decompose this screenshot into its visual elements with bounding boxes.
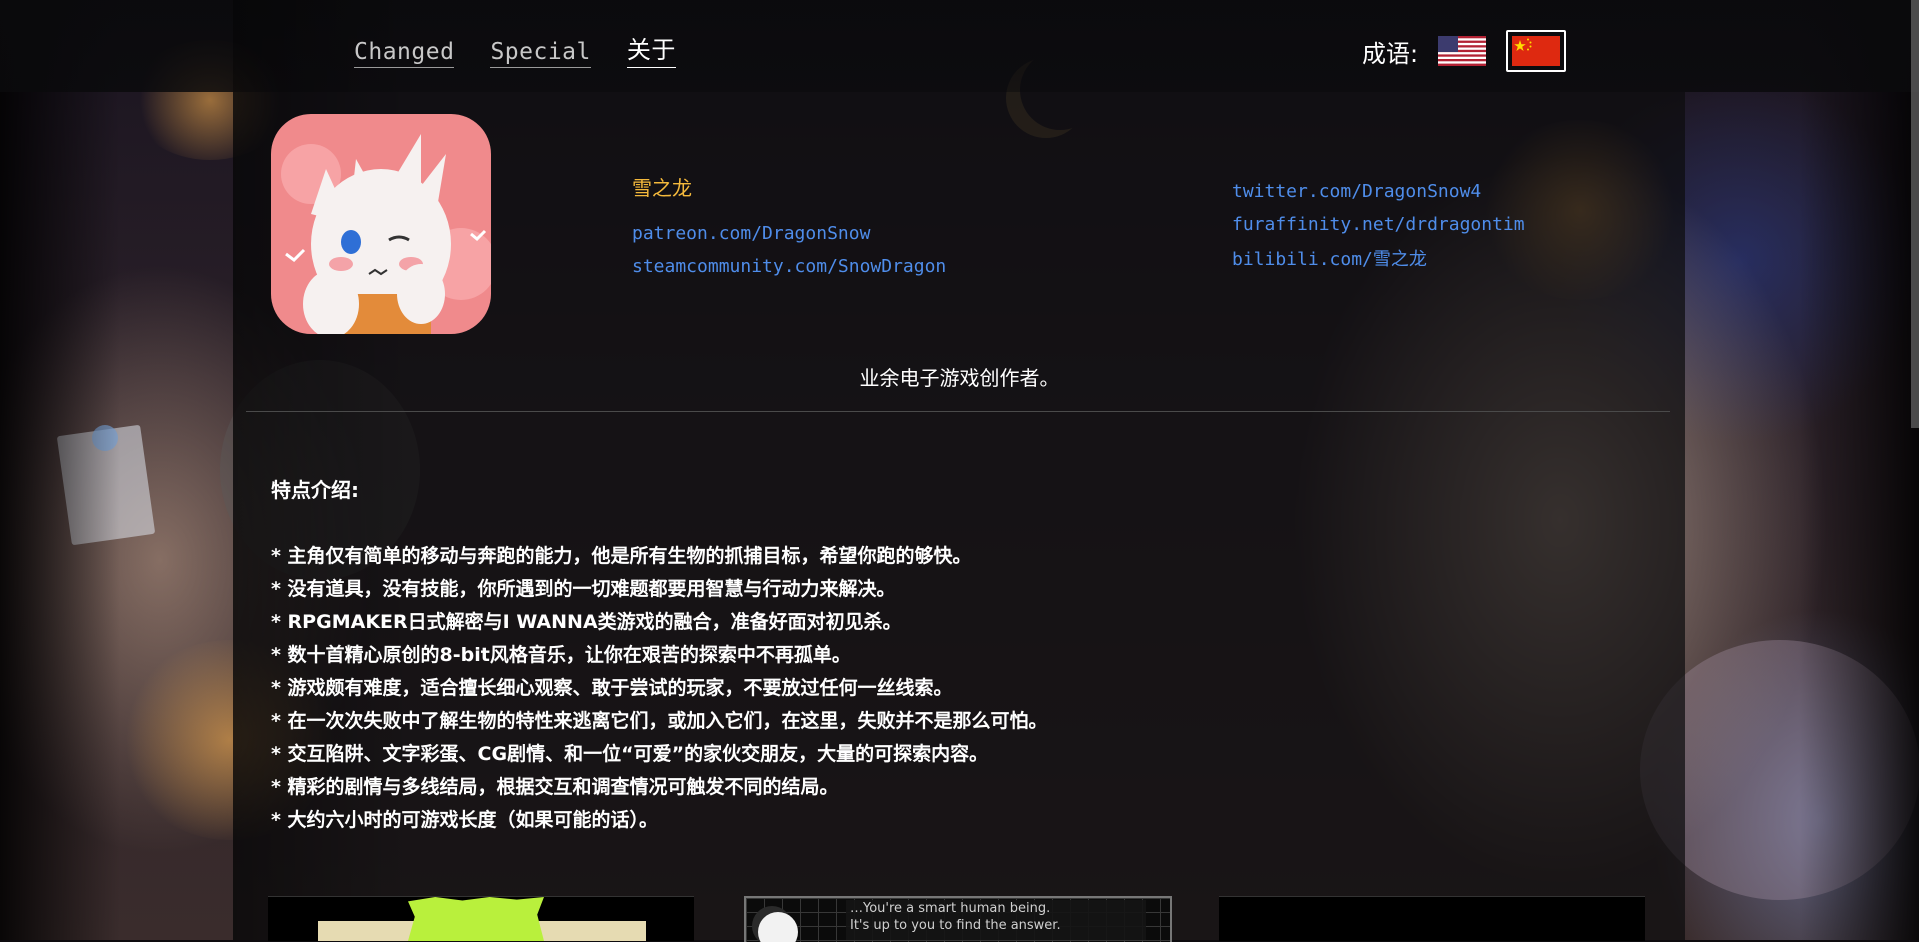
feature-item: * 在一次次失败中了解生物的特性来逃离它们，或加入它们，在这里，失败并不是那么可… bbox=[271, 710, 1048, 732]
us-flag-icon bbox=[1438, 36, 1487, 66]
feature-item: * 没有道具，没有技能，你所遇到的一切难题都要用智慧与行动力来解决。 bbox=[271, 578, 896, 600]
author-avatar bbox=[271, 114, 491, 334]
chinese-flag-button[interactable] bbox=[1506, 30, 1567, 72]
author-tagline: 业余电子游戏创作者。 bbox=[859, 366, 1060, 390]
feature-item: * 大约六小时的可游戏长度（如果可能的话）。 bbox=[271, 809, 659, 831]
feature-item: * 游戏颇有难度，适合擅长细心观察、敢于尝试的玩家，不要放过任何一丝线索。 bbox=[271, 677, 953, 699]
cn-flag-icon bbox=[1512, 36, 1561, 66]
section-divider bbox=[246, 411, 1670, 412]
dialog-line: It's up to you to find the answer. bbox=[850, 918, 1061, 933]
screenshot-splash bbox=[408, 897, 544, 941]
author-name: 雪之龙 bbox=[632, 176, 692, 200]
patreon-link[interactable]: patreon.com/DragonSnow bbox=[632, 223, 870, 244]
feature-item: * 数十首精心原创的8-bit风格音乐，让你在艰苦的探索中不再孤单。 bbox=[271, 644, 851, 666]
steam-link[interactable]: steamcommunity.com/SnowDragon bbox=[632, 256, 946, 277]
furaffinity-link[interactable]: furaffinity.net/drdragontim bbox=[1232, 214, 1525, 235]
nav-about[interactable]: 关于 bbox=[626, 30, 676, 68]
language-switcher: 成语: bbox=[1362, 30, 1567, 72]
nav-special[interactable]: Special bbox=[490, 39, 591, 68]
dragon-avatar-icon bbox=[271, 114, 491, 334]
feature-item: * 精彩的剧情与多线结局，根据交互和调查情况可触发不同的结局。 bbox=[271, 776, 839, 798]
feature-item: * 主角仅有简单的移动与奔跑的能力，他是所有生物的抓捕目标，希望你跑的够快。 bbox=[271, 545, 972, 567]
features-list: * 主角仅有简单的移动与奔跑的能力，他是所有生物的抓捕目标，希望你跑的够快。 *… bbox=[271, 540, 1048, 837]
features-title: 特点介绍: bbox=[271, 478, 359, 502]
twitter-link[interactable]: twitter.com/DragonSnow4 bbox=[1232, 181, 1481, 202]
bilibili-link[interactable]: bilibili.com/雪之龙 bbox=[1232, 245, 1427, 271]
feature-item: * 交互陷阱、文字彩蛋、CG剧情、和一位“可爱”的家伙交朋友，大量的可探索内容。 bbox=[271, 743, 989, 765]
feature-item: * RPGMAKER日式解密与I WANNA类游戏的融合，准备好面对初见杀。 bbox=[271, 611, 902, 633]
left-vignette bbox=[0, 0, 120, 940]
game-screenshot-2[interactable]: …You're a smart human being. It's up to … bbox=[744, 896, 1172, 942]
nav-changed[interactable]: Changed bbox=[354, 39, 455, 68]
dialog-line: …You're a smart human being. bbox=[850, 901, 1051, 916]
game-screenshot-3[interactable] bbox=[1219, 896, 1645, 941]
screenshot-dialog: …You're a smart human being. It's up to … bbox=[846, 900, 1146, 940]
right-vignette bbox=[1799, 0, 1919, 940]
language-label: 成语: bbox=[1362, 39, 1419, 68]
english-flag-button[interactable] bbox=[1432, 30, 1492, 72]
main-nav: Changed Special 关于 bbox=[354, 30, 676, 68]
game-screenshot-1[interactable] bbox=[268, 896, 694, 941]
